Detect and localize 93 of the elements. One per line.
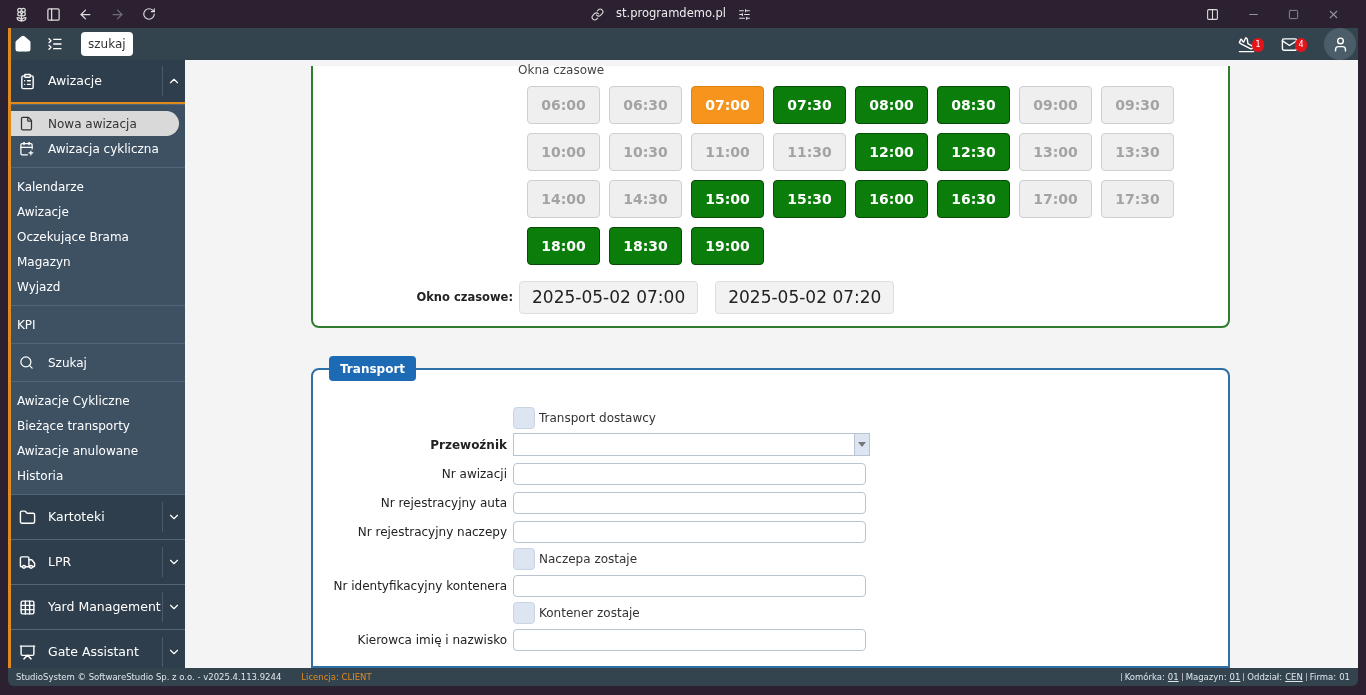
- section-label: Awizacje: [48, 71, 103, 90]
- field-label: Przewoźnik: [429, 436, 508, 454]
- menu-collapse-icon[interactable]: [47, 36, 63, 52]
- menu-item[interactable]: Awizacja cykliczna: [11, 136, 179, 161]
- time-slot[interactable]: 15:30: [773, 180, 846, 218]
- window-end-field[interactable]: 2025-05-02 07:20: [715, 281, 895, 314]
- window-label: Okno czasowe:: [415, 288, 513, 306]
- menu-section[interactable]: Yard Management: [11, 585, 185, 629]
- window-start-field[interactable]: 2025-05-02 07:00: [519, 281, 699, 314]
- text-field[interactable]: [513, 520, 866, 543]
- field-label: Nr rejestracyjny naczepy: [356, 523, 508, 541]
- section-label: Kartoteki: [48, 507, 106, 526]
- field-label: Kierowca imię i nazwisko: [356, 631, 508, 649]
- menu-link[interactable]: Kalendarze: [11, 174, 185, 199]
- sidebar-toggle-icon[interactable]: [46, 6, 61, 22]
- license-text: Licencja: CLIENT: [301, 670, 372, 684]
- menu-item-icon: [19, 141, 34, 156]
- menu-item[interactable]: Nowa awizacja: [11, 111, 179, 136]
- section-icon: [19, 598, 36, 616]
- section-icon: [19, 508, 36, 526]
- user-avatar[interactable]: [1324, 28, 1356, 60]
- copyright-text: StudioSystem © SoftwareStudio Sp. z o.o. - v2025.4.113.9244: [16, 670, 282, 684]
- text-field[interactable]: [513, 462, 866, 485]
- settings-icon[interactable]: [737, 7, 751, 21]
- menu-link[interactable]: Awizacje: [11, 199, 185, 224]
- menu-link[interactable]: Magazyn: [11, 249, 185, 274]
- time-slot[interactable]: 18:00: [527, 227, 600, 265]
- url-text[interactable]: st.programdemo.pl: [616, 5, 726, 23]
- menu-section[interactable]: Kartoteki: [11, 495, 185, 539]
- status-label: Komórka:: [1124, 672, 1165, 682]
- status-label: Firma:: [1309, 672, 1337, 682]
- field-label: Nr rejestracyjny auta: [379, 494, 508, 512]
- link-icon: [591, 7, 605, 21]
- menu-item-icon: [19, 116, 34, 131]
- menu-section[interactable]: Awizacje: [11, 60, 185, 104]
- mail-icon[interactable]: [1281, 35, 1298, 53]
- time-slot[interactable]: 08:30: [937, 86, 1010, 124]
- back-icon[interactable]: [78, 6, 93, 22]
- checkbox[interactable]: [513, 547, 535, 570]
- notification-badge: 1: [1252, 37, 1264, 52]
- time-slot[interactable]: 07:30: [773, 86, 846, 124]
- text-field[interactable]: [513, 628, 866, 651]
- menu-item[interactable]: Szukaj: [11, 350, 179, 375]
- status-link[interactable]: 01: [1167, 672, 1179, 682]
- section-label: LPR: [48, 552, 73, 571]
- section-label: Gate Assistant: [48, 642, 140, 661]
- field-label: Nr awizacji: [440, 465, 508, 483]
- time-slot[interactable]: 16:30: [937, 180, 1010, 218]
- menu-link[interactable]: Historia: [11, 463, 185, 488]
- split-view-icon[interactable]: [1206, 7, 1219, 21]
- search-button[interactable]: szukaj: [81, 32, 133, 56]
- checkbox-label: Transport dostawcy: [539, 409, 656, 427]
- section-label: Yard Management: [48, 597, 162, 616]
- checkbox-label: Kontener zostaje: [539, 604, 640, 622]
- status-link[interactable]: CEN: [1285, 672, 1303, 682]
- checkbox[interactable]: [513, 406, 535, 429]
- time-slot[interactable]: 15:00: [691, 180, 764, 218]
- menu-section[interactable]: Gate Assistant: [11, 630, 185, 668]
- time-slot[interactable]: 16:00: [855, 180, 928, 218]
- menu-link[interactable]: Wyjazd: [11, 274, 185, 299]
- time-slot[interactable]: 18:30: [609, 227, 682, 265]
- caret-icon: [858, 442, 866, 447]
- menu-link[interactable]: Oczekujące Brama: [11, 224, 185, 249]
- time-slot[interactable]: 08:00: [855, 86, 928, 124]
- field-label: Nr identyfikacyjny kontenera: [332, 577, 508, 595]
- browser-logo-icon[interactable]: [14, 6, 29, 22]
- notification-badge: 4: [1295, 37, 1307, 52]
- menu-item-icon: [19, 355, 34, 370]
- time-slot[interactable]: 12:00: [855, 133, 928, 171]
- checkbox[interactable]: [513, 601, 535, 624]
- checkbox-label: Naczepa zostaje: [539, 550, 638, 568]
- select-field[interactable]: [513, 433, 870, 456]
- reload-icon[interactable]: [142, 7, 156, 21]
- text-field[interactable]: [513, 491, 866, 514]
- maximize-icon[interactable]: [1288, 8, 1299, 20]
- section-icon: [19, 553, 36, 571]
- section-icon: [19, 72, 36, 90]
- time-slot[interactable]: 12:30: [937, 133, 1010, 171]
- status-link[interactable]: 01: [1229, 672, 1241, 682]
- section-icon: [19, 643, 36, 661]
- home-icon[interactable]: [14, 35, 32, 53]
- text-field[interactable]: [513, 574, 866, 597]
- menu-link[interactable]: Awizacje anulowane: [11, 438, 185, 463]
- time-slot[interactable]: 19:00: [691, 227, 764, 265]
- menu-section[interactable]: LPR: [11, 540, 185, 584]
- menu-link[interactable]: Awizacje Cykliczne: [11, 388, 185, 413]
- status-label: Oddział:: [1247, 672, 1283, 682]
- section-title: Okna czasowe: [518, 64, 606, 76]
- plane-icon[interactable]: [1238, 35, 1255, 53]
- status-label: Magazyn:: [1185, 672, 1227, 682]
- menu-link[interactable]: Bieżące transporty: [11, 413, 185, 438]
- status-value: 01: [1339, 672, 1350, 682]
- menu-link[interactable]: KPI: [11, 312, 185, 337]
